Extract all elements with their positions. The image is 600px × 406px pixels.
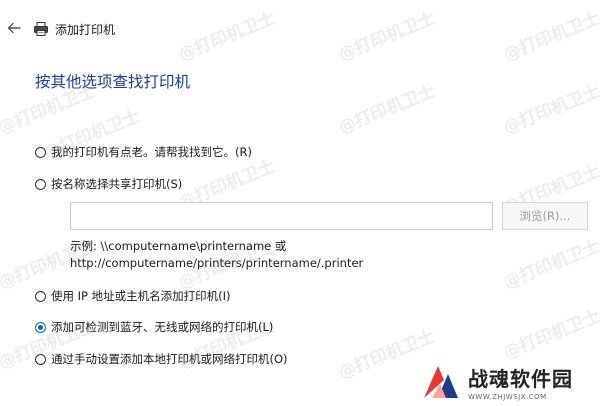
logo-url: WWW.ZHJWSJX.COM — [468, 392, 547, 401]
example-text-line1: 示例: \\computername\printername 或 — [70, 239, 287, 253]
watermark: @打印机卫士 — [500, 306, 600, 364]
option-ip-hostname[interactable]: 使用 IP 地址或主机名添加打印机(I) — [35, 288, 231, 304]
radio-button[interactable] — [35, 353, 46, 365]
site-logo: 战魂软件园 WWW.ZHJWSJX.COM — [418, 357, 600, 406]
printer-name-input[interactable] — [70, 202, 493, 230]
option-manual-local-network[interactable]: 通过手动设置添加本地打印机或网络打印机(O) — [35, 351, 288, 367]
page-title: 按其他选项查找打印机 — [35, 73, 191, 91]
watermark: @打印机卫士 — [335, 81, 438, 139]
option-shared-printer-by-name[interactable]: 按名称选择共享打印机(S) — [35, 176, 182, 192]
browse-button[interactable]: 浏览(R)... — [502, 202, 588, 230]
logo-mark-icon — [424, 365, 458, 398]
watermark: @打印机卫士 — [500, 81, 600, 139]
option-label: 按名称选择共享打印机(S) — [51, 177, 183, 191]
radio-button[interactable] — [35, 146, 46, 158]
radio-button[interactable] — [35, 290, 46, 302]
option-old-printer[interactable]: 我的打印机有点老。请帮我找到它。(R) — [35, 144, 252, 160]
option-bluetooth-wireless-network[interactable]: 添加可检测到蓝牙、无线或网络的打印机(L) — [35, 319, 273, 335]
title-bar: 添加打印机 — [0, 18, 600, 44]
logo-title: 战魂软件园 — [468, 366, 573, 391]
option-label: 添加可检测到蓝牙、无线或网络的打印机(L) — [51, 320, 274, 334]
radio-button-selected[interactable] — [35, 321, 46, 333]
option-label: 我的打印机有点老。请帮我找到它。(R) — [51, 145, 252, 159]
printer-icon — [34, 22, 48, 36]
window-title: 添加打印机 — [55, 23, 116, 37]
back-arrow-icon[interactable] — [6, 20, 22, 36]
option-label: 通过手动设置添加本地打印机或网络打印机(O) — [51, 352, 288, 366]
example-text-line2: http://computername/printers/printername… — [70, 256, 364, 270]
watermark: @打印机卫士 — [500, 236, 600, 294]
radio-button[interactable] — [35, 178, 46, 190]
option-label: 使用 IP 地址或主机名添加打印机(I) — [51, 289, 231, 303]
